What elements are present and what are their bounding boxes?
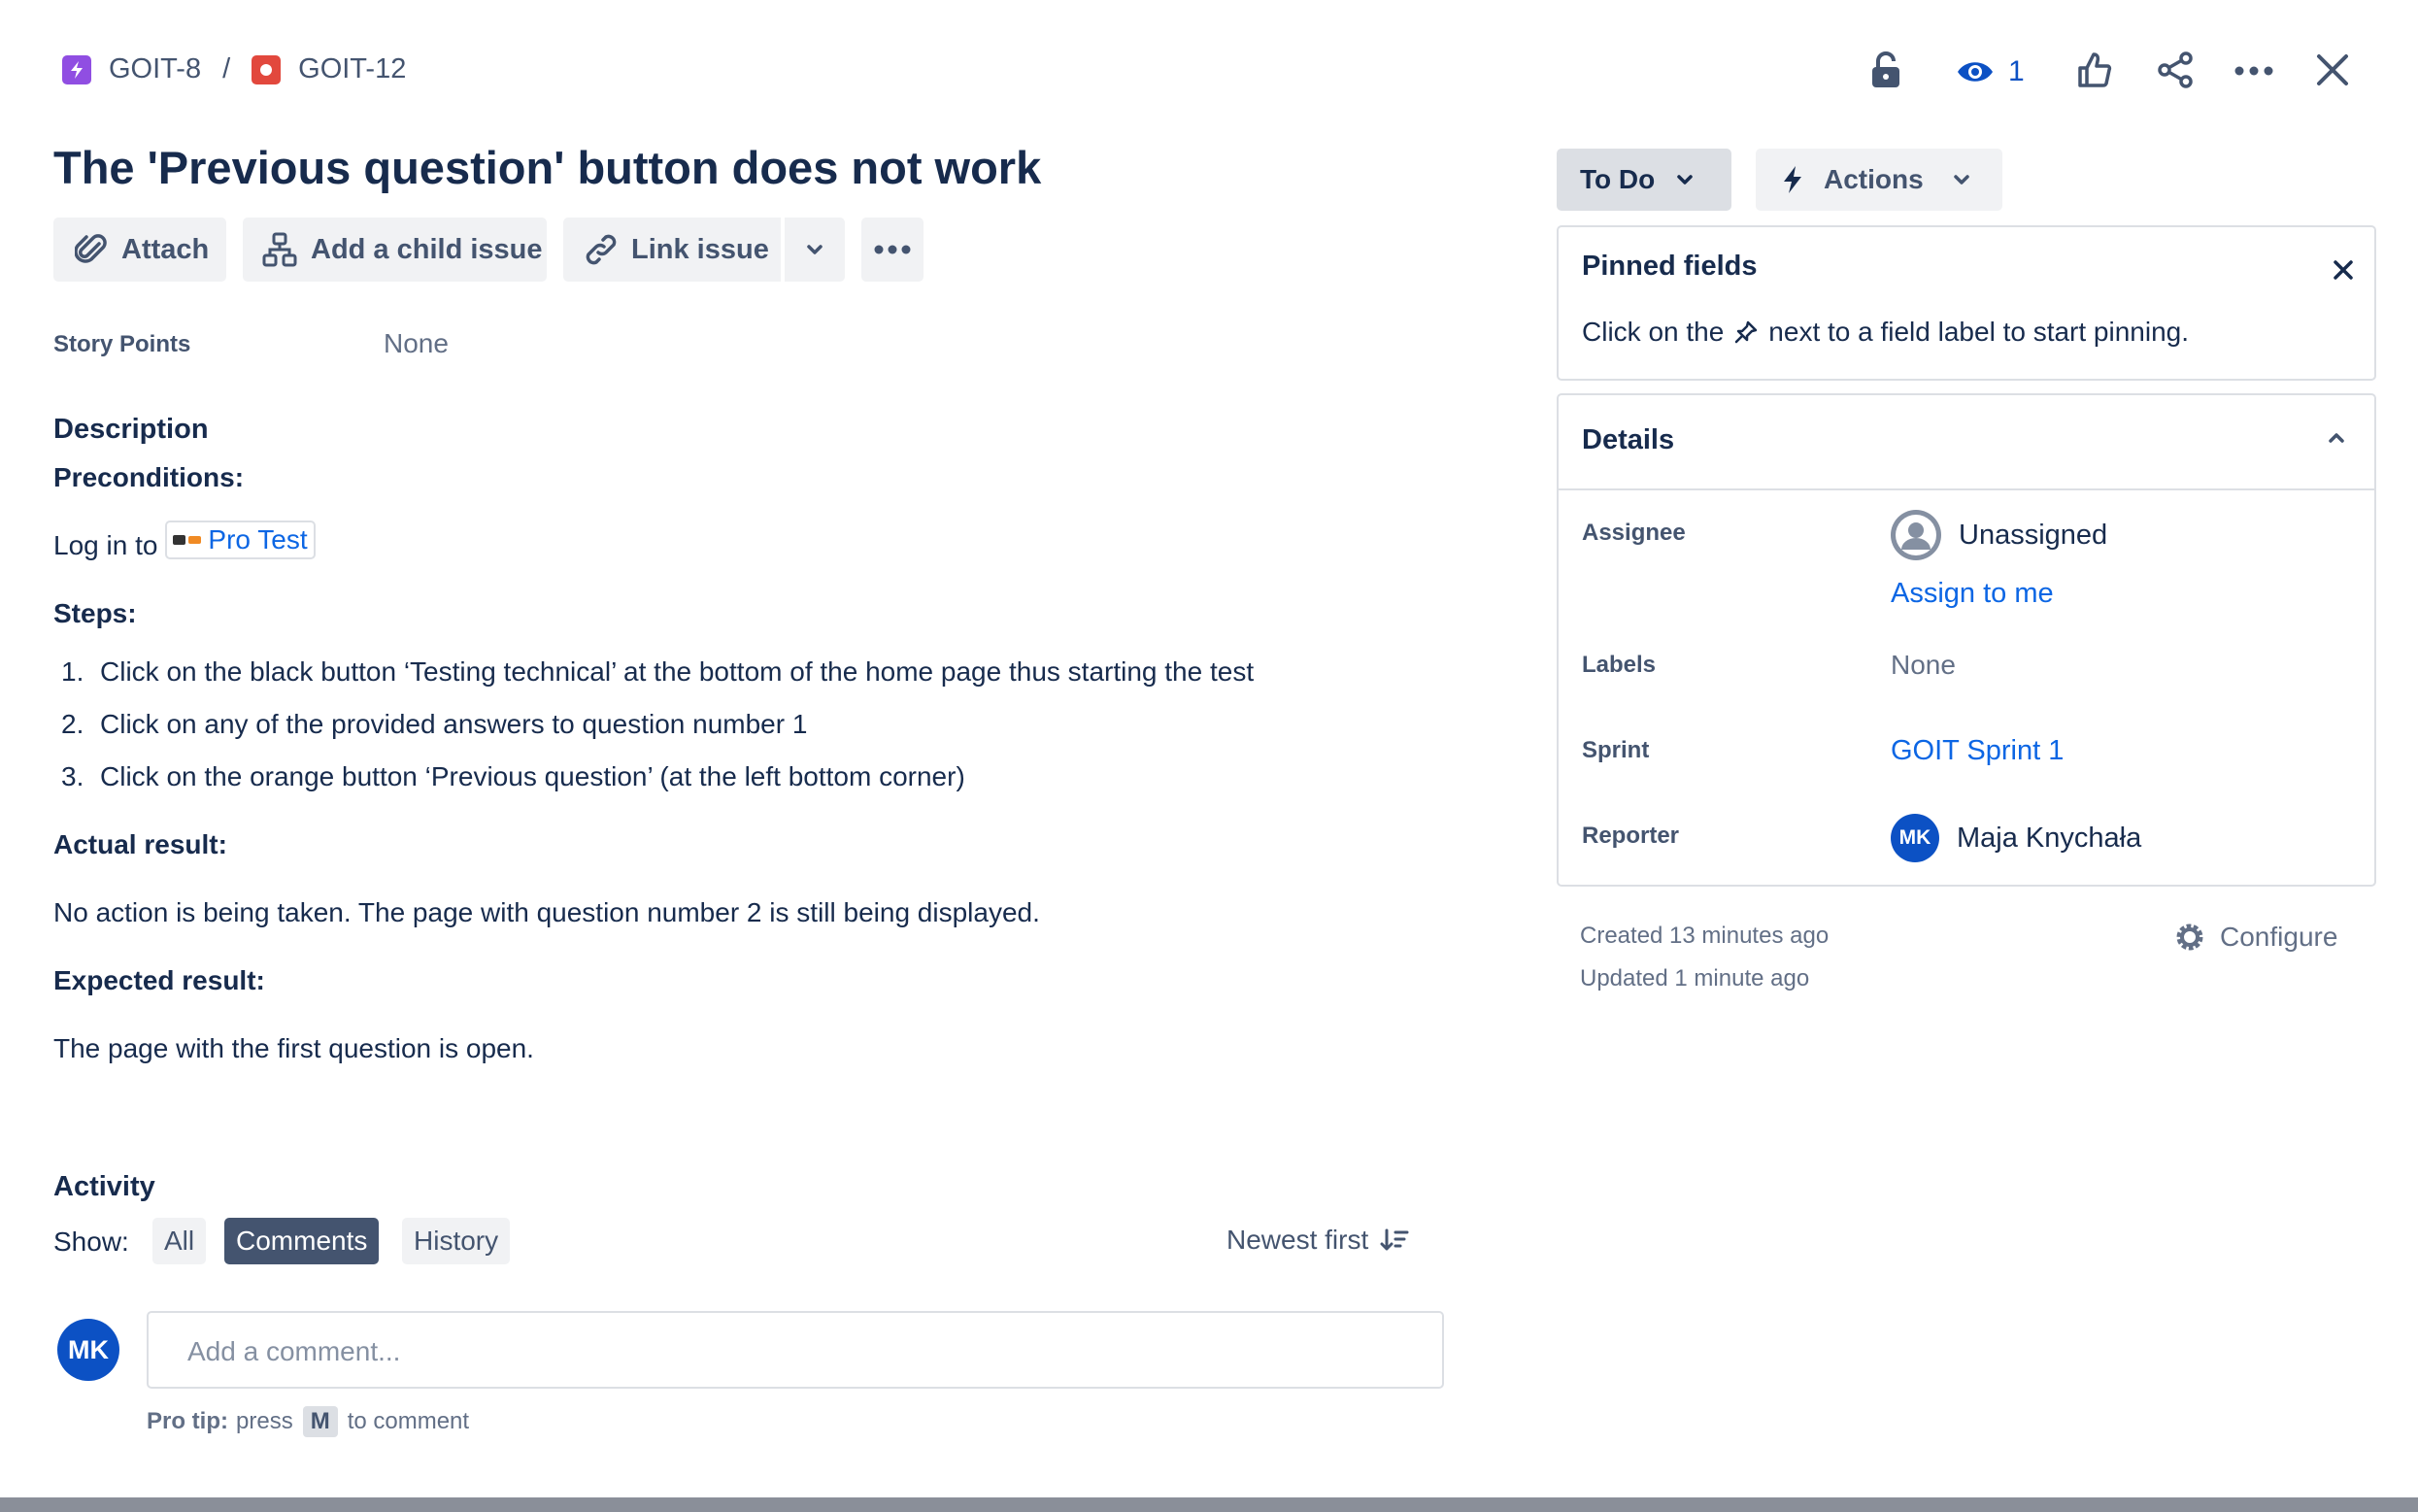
reporter-value: Maja Knychała bbox=[1957, 822, 2142, 854]
assignee-field[interactable]: Unassigned bbox=[1891, 510, 2107, 560]
assign-to-me-link[interactable]: Assign to me bbox=[1891, 578, 2054, 610]
eye-icon bbox=[1956, 57, 1995, 86]
breadcrumb-separator: / bbox=[222, 53, 231, 84]
chevron-down-icon bbox=[1676, 174, 1694, 185]
activity-heading: Activity bbox=[53, 1171, 155, 1202]
sort-order-label: Newest first bbox=[1226, 1225, 1369, 1255]
pro-tip: Pro tip: press M to comment bbox=[147, 1406, 469, 1437]
window-bottom-edge bbox=[0, 1497, 2418, 1512]
steps-list: 1. Click on the black button ‘Testing tec… bbox=[53, 656, 1432, 829]
actions-label: Actions bbox=[1824, 164, 1924, 194]
toolbar-more-button[interactable] bbox=[861, 218, 924, 282]
paperclip-icon bbox=[75, 232, 108, 267]
actual-result-text: No action is being taken. The page with … bbox=[53, 897, 1040, 927]
pro-test-link-label: Pro Test bbox=[208, 524, 308, 554]
configure-button[interactable]: Configure bbox=[2171, 919, 2337, 956]
preconditions-line: Log in to Pro Test bbox=[53, 521, 1432, 598]
show-label: Show: bbox=[53, 1226, 129, 1257]
chevron-down-icon bbox=[806, 244, 823, 255]
story-points-value[interactable]: None bbox=[384, 328, 449, 359]
created-timestamp: Created 13 minutes ago bbox=[1580, 923, 1830, 949]
list-item: 2. Click on any of the provided answers t… bbox=[61, 709, 808, 739]
pro-test-smart-link[interactable]: Pro Test bbox=[165, 521, 316, 559]
filter-all[interactable]: All bbox=[152, 1218, 207, 1264]
link-issue-dropdown-button[interactable] bbox=[785, 218, 845, 282]
attach-button[interactable]: Attach bbox=[53, 218, 226, 282]
avatar: MK bbox=[1891, 814, 1939, 862]
comment-placeholder: Add a comment... bbox=[187, 1336, 401, 1366]
pro-tip-label: Pro tip: bbox=[147, 1408, 228, 1434]
reporter-field[interactable]: MK Maja Knychała bbox=[1891, 814, 2141, 862]
filter-history[interactable]: History bbox=[402, 1218, 511, 1264]
add-child-issue-button[interactable]: Add a child issue bbox=[243, 218, 547, 282]
user-placeholder-icon bbox=[1891, 510, 1941, 560]
share-icon[interactable] bbox=[2154, 49, 2197, 91]
assignee-value: Unassigned bbox=[1959, 519, 2108, 551]
login-prefix: Log in to bbox=[53, 530, 158, 560]
actual-result-heading: Actual result: bbox=[53, 829, 227, 859]
status-label: To Do bbox=[1580, 164, 1656, 194]
labels-label: Labels bbox=[1582, 652, 1657, 678]
chevron-up-icon bbox=[2328, 432, 2345, 444]
list-item: 3. Click on the orange button ‘Previous q… bbox=[61, 761, 965, 791]
issue-title[interactable]: The 'Previous question' button does not … bbox=[53, 141, 1041, 194]
pinned-fields-title: Pinned fields bbox=[1582, 251, 1758, 282]
more-options-icon[interactable] bbox=[2233, 56, 2274, 85]
sort-descending-icon bbox=[1380, 1227, 1409, 1253]
comment-input[interactable]: Add a comment... bbox=[147, 1311, 1444, 1389]
pin-icon bbox=[1733, 319, 1759, 345]
bug-icon bbox=[252, 54, 282, 84]
link-icon bbox=[583, 231, 620, 268]
pinned-fields-panel: Pinned fields Click on the next to a fie… bbox=[1557, 225, 2376, 381]
pinned-fields-hint: Click on the next to a field label to st… bbox=[1582, 317, 2190, 347]
reporter-label: Reporter bbox=[1582, 823, 1680, 849]
more-horizontal-icon bbox=[874, 245, 911, 254]
epic-lightning-icon bbox=[62, 54, 91, 84]
lock-icon[interactable] bbox=[1864, 47, 1907, 93]
gear-icon bbox=[2171, 919, 2208, 956]
watch-count: 1 bbox=[2008, 55, 2025, 87]
description-body[interactable]: Preconditions: Log in to Pro Test Steps:… bbox=[53, 462, 1432, 1101]
description-heading: Description bbox=[53, 414, 209, 445]
details-panel: Details Assignee Unassigned Assign to me… bbox=[1557, 393, 2376, 887]
like-icon[interactable] bbox=[2074, 49, 2115, 91]
actions-dropdown[interactable]: Actions bbox=[1756, 149, 2002, 211]
link-issue-label: Link issue bbox=[631, 233, 769, 265]
sort-order-button[interactable]: Newest first bbox=[1226, 1225, 1409, 1256]
avatar: MK bbox=[57, 1319, 119, 1381]
status-dropdown[interactable]: To Do bbox=[1557, 149, 1731, 211]
expected-result-text: The page with the first question is open… bbox=[53, 1033, 534, 1063]
hierarchy-icon bbox=[262, 232, 297, 267]
site-favicon-icon bbox=[173, 534, 202, 546]
list-item: 1. Click on the black button ‘Testing tec… bbox=[61, 656, 1255, 687]
sprint-link[interactable]: GOIT Sprint 1 bbox=[1891, 735, 2064, 767]
expected-result-heading: Expected result: bbox=[53, 965, 265, 995]
close-icon[interactable] bbox=[2330, 256, 2357, 284]
details-title: Details bbox=[1582, 424, 1675, 455]
breadcrumb-current-link[interactable]: GOIT-12 bbox=[298, 53, 406, 85]
keyboard-shortcut-badge: M bbox=[302, 1406, 338, 1437]
updated-timestamp: Updated 1 minute ago bbox=[1580, 965, 1810, 991]
close-icon[interactable] bbox=[2313, 50, 2352, 89]
lightning-icon bbox=[1781, 165, 1804, 194]
link-issue-button[interactable]: Link issue bbox=[563, 218, 781, 282]
attach-label: Attach bbox=[121, 233, 210, 265]
story-points-label: Story Points bbox=[53, 331, 191, 357]
configure-label: Configure bbox=[2220, 922, 2338, 952]
labels-value[interactable]: None bbox=[1891, 650, 1956, 681]
watch-button[interactable]: 1 bbox=[1956, 50, 2025, 93]
details-header[interactable]: Details bbox=[1559, 395, 2374, 490]
breadcrumb: GOIT-8 / GOIT-12 bbox=[62, 53, 406, 85]
assignee-label: Assignee bbox=[1582, 520, 1686, 546]
breadcrumb-parent-link[interactable]: GOIT-8 bbox=[109, 53, 201, 85]
add-child-label: Add a child issue bbox=[311, 233, 543, 265]
filter-comments[interactable]: Comments bbox=[224, 1218, 380, 1264]
sprint-label: Sprint bbox=[1582, 737, 1650, 763]
chevron-down-icon bbox=[1953, 174, 1970, 185]
